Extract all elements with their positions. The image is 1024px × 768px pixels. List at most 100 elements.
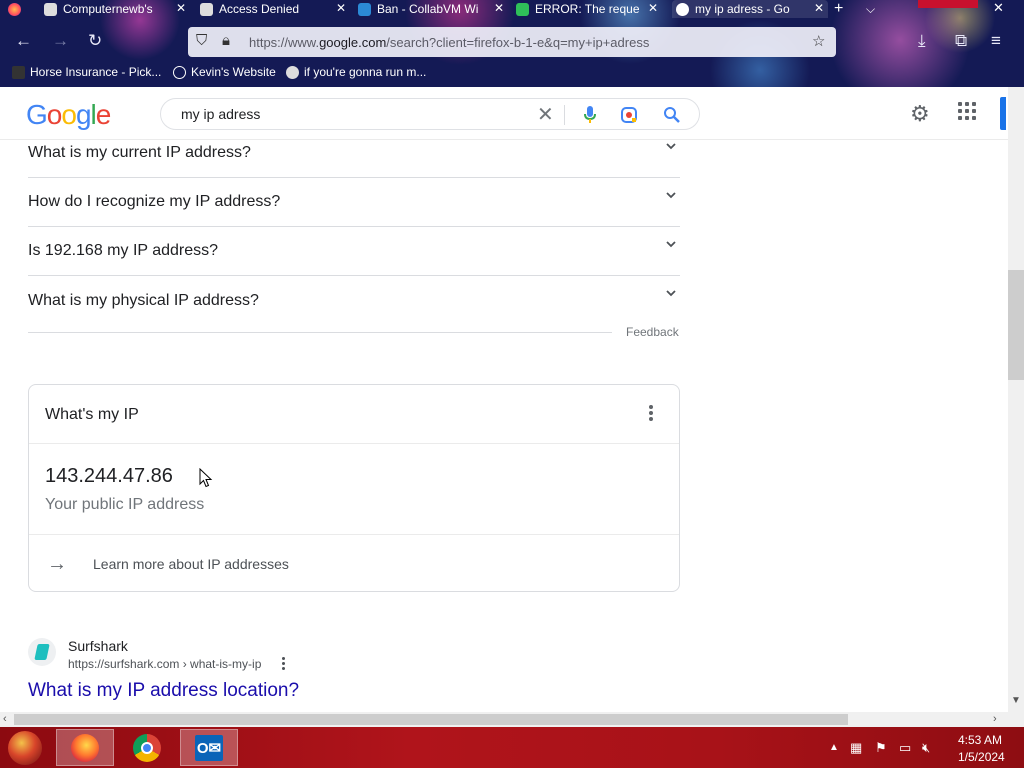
vertical-scrollbar[interactable]: ▼ bbox=[1008, 87, 1024, 712]
taskbar-firefox[interactable] bbox=[56, 729, 114, 766]
scroll-right-arrow-icon[interactable]: › bbox=[993, 713, 997, 725]
downloads-icon[interactable]: ⤓ bbox=[918, 32, 926, 50]
search-result: Surfshark https://surfshark.com › what-i… bbox=[28, 638, 688, 708]
search-box[interactable]: ✕ bbox=[160, 98, 700, 130]
bookmarks-toolbar: Horse Insurance - Pick... Kevin's Websit… bbox=[0, 62, 1024, 84]
feedback-link[interactable]: Feedback bbox=[626, 325, 679, 339]
tab-access-denied[interactable]: Access Denied ✕ bbox=[200, 0, 350, 18]
clear-search-icon[interactable]: ✕ bbox=[537, 102, 554, 127]
bookmark-favicon-icon bbox=[12, 65, 25, 79]
google-logo[interactable]: Google bbox=[26, 99, 111, 131]
related-question-item[interactable]: How do I recognize my IP address? bbox=[28, 178, 680, 227]
firefox-icon bbox=[8, 2, 21, 16]
tab-my-ip-adress[interactable]: my ip adress - Go ✕ bbox=[672, 0, 828, 18]
close-tab-icon[interactable]: ✕ bbox=[336, 1, 346, 15]
close-tab-icon[interactable]: ✕ bbox=[814, 1, 824, 15]
display-icon[interactable]: ▭ bbox=[899, 740, 911, 756]
bookmark-horse-insurance[interactable]: Horse Insurance - Pick... bbox=[12, 65, 161, 79]
related-question-item[interactable]: Is 192.168 my IP address? bbox=[28, 227, 680, 276]
outlook-icon: O✉ bbox=[195, 734, 223, 761]
url-bar[interactable]: ⛉ 🔒︎ https://www.google.com/search?clien… bbox=[188, 27, 836, 57]
logo-letter: o bbox=[46, 99, 63, 130]
tab-title: Access Denied bbox=[219, 2, 300, 16]
bookmark-star-icon[interactable]: ☆ bbox=[812, 32, 825, 50]
related-question-item[interactable]: What is my current IP address? bbox=[28, 140, 680, 178]
new-tab-icon[interactable]: + bbox=[834, 0, 850, 18]
extensions-icon[interactable]: ⧉ bbox=[955, 32, 967, 50]
tracking-protection-icon[interactable]: ⛉ bbox=[196, 32, 207, 49]
learn-more-link[interactable]: Learn more about IP addresses bbox=[93, 556, 289, 572]
globe-icon bbox=[173, 65, 186, 79]
related-question-text: How do I recognize my IP address? bbox=[28, 193, 281, 210]
chevron-down-icon bbox=[666, 143, 676, 150]
result-options-icon[interactable] bbox=[282, 657, 286, 671]
chevron-down-icon bbox=[666, 192, 676, 199]
url-text[interactable]: https://www.google.com/search?client=fir… bbox=[249, 35, 649, 50]
chevron-down-icon bbox=[666, 241, 676, 248]
scroll-left-arrow-icon[interactable]: ‹ bbox=[3, 713, 7, 725]
tab-favicon-icon bbox=[516, 2, 529, 16]
taskbar-outlook[interactable]: O✉ bbox=[180, 729, 238, 766]
clock-time[interactable]: 4:53 AM bbox=[958, 733, 1002, 747]
list-all-tabs-icon[interactable]: ⌵ bbox=[866, 0, 882, 18]
menu-icon[interactable]: ≡ bbox=[991, 32, 1001, 50]
mouse-cursor-icon bbox=[199, 468, 213, 488]
lens-search-icon[interactable] bbox=[620, 106, 638, 124]
forward-icon[interactable]: → bbox=[52, 32, 69, 50]
chrome-icon bbox=[133, 733, 161, 762]
tab-error[interactable]: ERROR: The reque ✕ bbox=[516, 0, 662, 18]
whats-my-ip-card: What's my IP 143.244.47.86 Your public I… bbox=[28, 384, 680, 592]
close-tab-icon[interactable]: ✕ bbox=[648, 1, 658, 15]
taskbar-chrome[interactable] bbox=[118, 729, 176, 766]
voice-search-icon[interactable] bbox=[583, 105, 597, 125]
bookmark-label: Kevin's Website bbox=[191, 65, 276, 79]
search-results: What is my current IP address? How do I … bbox=[0, 140, 1008, 712]
close-tab-icon[interactable]: ✕ bbox=[176, 1, 186, 15]
bookmark-kevins-website[interactable]: Kevin's Website bbox=[173, 65, 276, 79]
search-divider bbox=[564, 105, 565, 125]
url-prefix: https://www. bbox=[249, 35, 320, 50]
sign-in-button-edge[interactable] bbox=[1000, 97, 1006, 130]
back-icon[interactable]: ← bbox=[15, 32, 32, 50]
search-icon[interactable] bbox=[663, 106, 681, 124]
scroll-down-arrow-icon[interactable]: ▼ bbox=[1011, 695, 1021, 706]
clock-date[interactable]: 1/5/2024 bbox=[958, 750, 1005, 764]
google-apps-icon[interactable] bbox=[958, 102, 976, 120]
horizontal-scrollbar[interactable]: ‹ › bbox=[0, 712, 1008, 727]
bookmark-if-youre-gonna[interactable]: if you're gonna run m... bbox=[286, 65, 426, 79]
show-hidden-icons-icon[interactable]: ▲ bbox=[829, 742, 839, 753]
ip-address-caption: Your public IP address bbox=[45, 496, 205, 513]
firefox-view-button[interactable] bbox=[8, 0, 34, 18]
reload-icon[interactable]: ↻ bbox=[88, 32, 102, 50]
tab-favicon-icon bbox=[358, 2, 371, 16]
search-input[interactable] bbox=[181, 106, 511, 122]
tab-computernewb[interactable]: Computernewb's ✕ bbox=[44, 0, 190, 18]
volume-muted-icon[interactable]: 🔇︎ bbox=[922, 740, 930, 756]
windows-taskbar: O✉ ▲ ▦ ⚑ ▭ 🔇︎ 4:53 AM 1/5/2024 bbox=[0, 727, 1024, 768]
settings-gear-icon[interactable]: ⚙ bbox=[910, 101, 930, 127]
tab-favicon-icon bbox=[200, 2, 213, 16]
close-window-icon[interactable]: ✕ bbox=[993, 0, 1004, 16]
scrollbar-thumb[interactable] bbox=[14, 714, 848, 725]
result-url[interactable]: https://surfshark.com › what-is-my-ip bbox=[68, 657, 261, 671]
start-button-icon[interactable] bbox=[8, 731, 42, 765]
logo-letter: g bbox=[75, 99, 92, 130]
tab-title: my ip adress - Go bbox=[695, 2, 790, 16]
network-icon[interactable]: ▦ bbox=[850, 740, 862, 756]
bookmark-favicon-icon bbox=[286, 65, 299, 79]
arrow-right-icon[interactable]: → bbox=[47, 553, 67, 576]
result-title-link[interactable]: What is my IP address location? bbox=[28, 680, 299, 702]
window-title-accent bbox=[918, 0, 978, 8]
close-tab-icon[interactable]: ✕ bbox=[494, 1, 504, 15]
tab-collabvm[interactable]: Ban - CollabVM Wi ✕ bbox=[358, 0, 508, 18]
more-options-icon[interactable] bbox=[647, 405, 655, 425]
surfshark-favicon-icon[interactable] bbox=[28, 638, 56, 666]
card-divider bbox=[29, 534, 679, 535]
scrollbar-thumb[interactable] bbox=[1008, 270, 1024, 380]
bookmark-label: Horse Insurance - Pick... bbox=[30, 65, 162, 79]
lock-icon[interactable]: 🔒︎ bbox=[222, 32, 230, 49]
related-question-text: Is 192.168 my IP address? bbox=[28, 242, 219, 259]
related-question-item[interactable]: What is my physical IP address? bbox=[28, 276, 680, 325]
result-site-name[interactable]: Surfshark bbox=[68, 638, 128, 654]
action-center-flag-icon[interactable]: ⚑ bbox=[875, 740, 887, 756]
